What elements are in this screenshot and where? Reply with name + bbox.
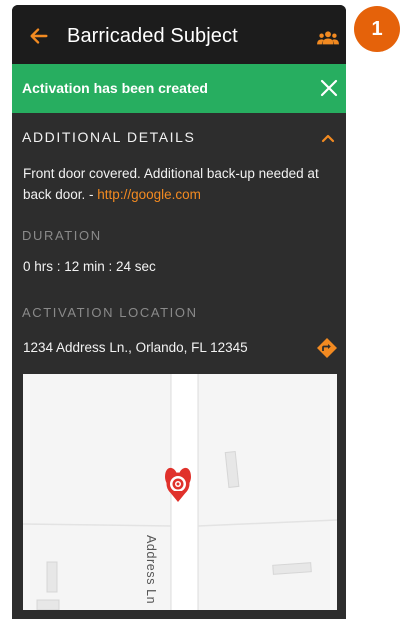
- step-badge: 1: [354, 6, 400, 52]
- details-link[interactable]: http://google.com: [97, 187, 201, 202]
- map-canvas: [23, 374, 337, 610]
- location-map[interactable]: [23, 374, 337, 610]
- additional-details-text: Front door covered. Additional back-up n…: [23, 163, 333, 205]
- directions-icon[interactable]: [316, 337, 338, 359]
- success-banner: Activation has been created: [12, 64, 346, 113]
- additional-details-heading[interactable]: ADDITIONAL DETAILS: [22, 129, 196, 145]
- location-heading: ACTIVATION LOCATION: [22, 305, 198, 320]
- app-screen: Barricaded Subject Activation has been c…: [12, 5, 346, 619]
- arrow-left-icon[interactable]: [28, 25, 50, 47]
- duration-value: 0 hrs : 12 min : 24 sec: [23, 259, 156, 274]
- close-icon[interactable]: [320, 79, 338, 97]
- chevron-up-icon[interactable]: [321, 133, 335, 143]
- location-address: 1234 Address Ln., Orlando, FL 12345: [23, 340, 248, 355]
- page-title: Barricaded Subject: [67, 25, 238, 47]
- duration-heading: DURATION: [22, 228, 102, 243]
- banner-message: Activation has been created: [22, 80, 208, 96]
- top-app-bar: Barricaded Subject: [12, 5, 346, 64]
- road-label: Address Ln: [144, 535, 158, 605]
- people-group-icon[interactable]: [317, 30, 339, 46]
